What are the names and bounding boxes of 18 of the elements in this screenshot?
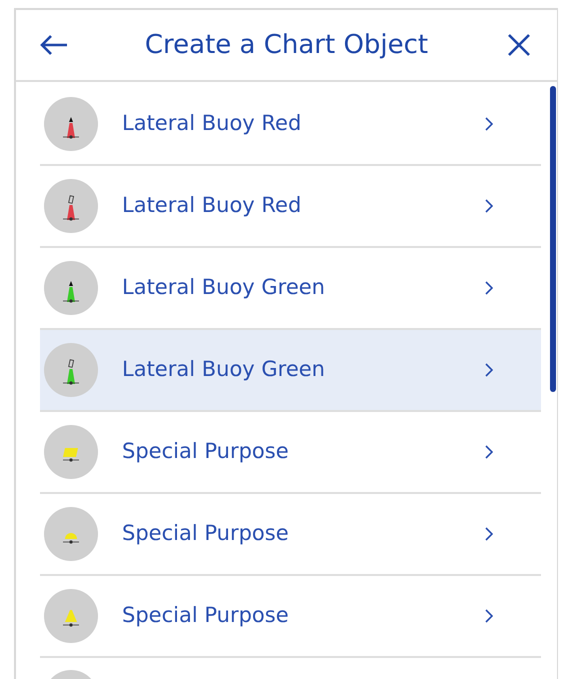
item-label: Lateral Buoy Green	[122, 274, 326, 302]
chevron-right-icon	[485, 281, 493, 295]
chevron-right-icon	[485, 199, 493, 213]
window-title: Create a Chart Object	[144, 28, 430, 62]
item-label: Special Purpose	[122, 602, 290, 630]
chevron-right-icon	[485, 445, 493, 459]
chevron-right-icon	[485, 609, 493, 623]
close-icon	[507, 33, 531, 57]
item-label: Special Purpose	[122, 438, 290, 466]
item-label: Lateral Buoy Red	[122, 192, 302, 220]
chevron-right-icon	[485, 363, 493, 377]
chevron-right-icon	[485, 117, 493, 131]
back-arrow-icon	[39, 34, 69, 56]
item-label: Lateral Buoy Green	[122, 356, 326, 384]
chevron-right-icon	[485, 527, 493, 541]
item-label: Special Purpose	[122, 520, 290, 548]
item-label: Lateral Buoy Red	[122, 110, 302, 138]
list-item[interactable]: Lateral Buoy Green	[40, 330, 541, 412]
